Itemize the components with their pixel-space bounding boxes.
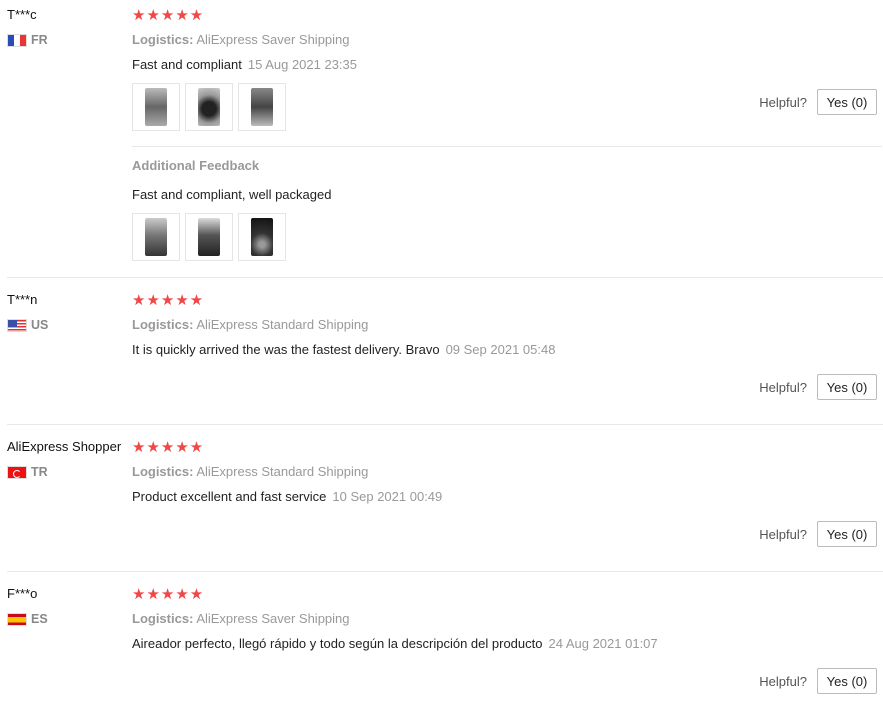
review-text: Fast and compliant 15 Aug 2021 23:35 — [132, 57, 357, 72]
review-photos — [132, 83, 286, 131]
helpful-yes-button[interactable]: Yes (0) — [817, 521, 877, 547]
star-rating: ★★★★★ — [132, 7, 205, 24]
review-date: 24 Aug 2021 01:07 — [548, 636, 658, 651]
review-body: It is quickly arrived the was the fastes… — [132, 342, 440, 357]
reviewer-country: FR — [7, 33, 48, 47]
star-rating: ★★★★★ — [132, 439, 205, 456]
country-code: FR — [31, 33, 48, 47]
review-photo-thumbnail[interactable] — [132, 213, 180, 261]
country-code: TR — [31, 465, 48, 479]
logistics-label: Logistics: — [132, 32, 194, 47]
review-divider — [7, 424, 883, 425]
logistics-method: AliExpress Saver Shipping — [196, 32, 350, 47]
logistics-info: Logistics: AliExpress Saver Shipping — [132, 611, 350, 626]
additional-feedback-divider — [132, 146, 882, 147]
reviewer-info: T***c FR — [7, 7, 48, 47]
helpful-label: Helpful? — [759, 94, 807, 110]
reviewer-country: TR — [7, 465, 48, 479]
review-photo-thumbnail[interactable] — [238, 83, 286, 131]
helpful-yes-button[interactable]: Yes (0) — [817, 668, 877, 694]
logistics-method: AliExpress Saver Shipping — [196, 611, 350, 626]
review-text: Aireador perfecto, llegó rápido y todo s… — [132, 636, 658, 651]
review-divider — [7, 571, 883, 572]
review-content: ★★★★★ Logistics: AliExpress Saver Shippi… — [132, 7, 357, 131]
star-rating: ★★★★★ — [132, 292, 205, 309]
review-text: Product excellent and fast service 10 Sep… — [132, 489, 442, 504]
reviewer-info: F***o ES — [7, 586, 48, 626]
review-photo-thumbnail[interactable] — [185, 213, 233, 261]
review-content: ★★★★★ Logistics: AliExpress Saver Shippi… — [132, 586, 658, 652]
logistics-info: Logistics: AliExpress Saver Shipping — [132, 32, 350, 47]
review-body: Product excellent and fast service — [132, 489, 327, 504]
review-body: Aireador perfecto, llegó rápido y todo s… — [132, 636, 543, 651]
review-text: It is quickly arrived the was the fastes… — [132, 342, 555, 357]
logistics-method: AliExpress Standard Shipping — [196, 317, 369, 332]
helpful-label: Helpful? — [759, 526, 807, 542]
helpful-yes-button[interactable]: Yes (0) — [817, 374, 877, 400]
logistics-info: Logistics: AliExpress Standard Shipping — [132, 464, 368, 479]
reviewer-country: ES — [7, 612, 48, 626]
turkey-flag-icon — [7, 465, 27, 479]
reviewer-name: T***n — [7, 292, 38, 307]
review-content: ★★★★★ Logistics: AliExpress Standard Shi… — [132, 439, 442, 505]
usa-flag-icon — [7, 318, 27, 332]
additional-feedback-text: Fast and compliant, well packaged — [132, 187, 332, 202]
reviewer-name: T***c — [7, 7, 37, 22]
helpful-yes-button[interactable]: Yes (0) — [817, 89, 877, 115]
country-code: ES — [31, 612, 48, 626]
review-divider — [7, 277, 883, 278]
star-rating: ★★★★★ — [132, 586, 205, 603]
review-body: Fast and compliant — [132, 57, 242, 72]
logistics-info: Logistics: AliExpress Standard Shipping — [132, 317, 368, 332]
additional-feedback-photos — [132, 213, 286, 261]
helpful-vote: Helpful? Yes (0) — [759, 521, 877, 547]
reviewer-country: US — [7, 318, 48, 332]
reviewer-name: F***o — [7, 586, 38, 601]
helpful-vote: Helpful? Yes (0) — [759, 668, 877, 694]
review-date: 10 Sep 2021 00:49 — [332, 489, 443, 504]
review-photo-thumbnail[interactable] — [132, 83, 180, 131]
country-code: US — [31, 318, 49, 332]
logistics-label: Logistics: — [132, 464, 194, 479]
helpful-label: Helpful? — [759, 379, 807, 395]
logistics-label: Logistics: — [132, 611, 194, 626]
france-flag-icon — [7, 33, 27, 47]
review-date: 15 Aug 2021 23:35 — [247, 57, 358, 72]
reviewer-name: AliExpress Shopper — [7, 439, 122, 454]
spain-flag-icon — [7, 612, 27, 626]
additional-feedback-title: Additional Feedback — [132, 158, 260, 173]
review-date: 09 Sep 2021 05:48 — [445, 342, 556, 357]
logistics-label: Logistics: — [132, 317, 194, 332]
reviewer-info: T***n US — [7, 292, 48, 332]
reviewer-info: AliExpress Shopper TR — [7, 439, 122, 479]
helpful-vote: Helpful? Yes (0) — [759, 374, 877, 400]
logistics-method: AliExpress Standard Shipping — [196, 464, 369, 479]
review-photo-thumbnail[interactable] — [238, 213, 286, 261]
review-photo-thumbnail[interactable] — [185, 83, 233, 131]
helpful-label: Helpful? — [759, 673, 807, 689]
review-content: ★★★★★ Logistics: AliExpress Standard Shi… — [132, 292, 555, 358]
helpful-vote: Helpful? Yes (0) — [759, 89, 877, 115]
